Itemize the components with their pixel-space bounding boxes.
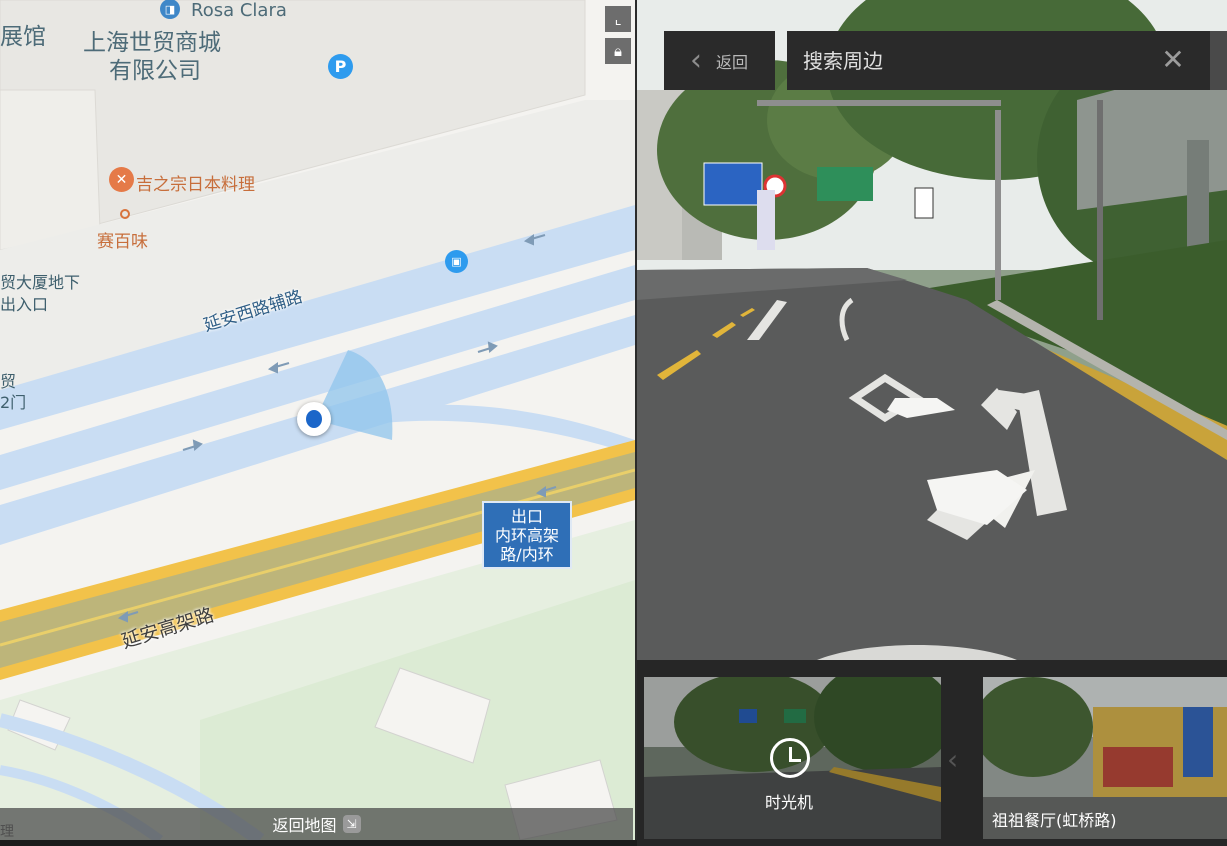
- map-label-saibaiwei[interactable]: 赛百味: [97, 227, 148, 252]
- bus-icon[interactable]: ▣: [445, 250, 468, 273]
- time-machine-label: 时光机: [765, 793, 814, 812]
- map-label-exhibition: 展馆: [0, 24, 46, 50]
- parking-icon[interactable]: P: [328, 54, 353, 79]
- map-label-basement[interactable]: 贸大厦地下: [0, 272, 80, 293]
- lock-icon[interactable]: 🔒︎: [605, 38, 631, 64]
- time-machine-thumbnail[interactable]: 时光机: [644, 677, 941, 839]
- exit-sign-line1: 出口: [510, 507, 543, 526]
- clock-icon: [770, 738, 810, 778]
- exit-fullscreen-icon[interactable]: ⌞: [605, 6, 631, 32]
- back-button[interactable]: ‹ 返回: [664, 31, 775, 90]
- map-panel[interactable]: 展馆 上海世贸商城 有限公司 ◨ Rosa Clara P ✕ 吉之宗日本料理 …: [0, 0, 637, 840]
- fork-knife-icon[interactable]: ✕: [109, 167, 134, 192]
- search-input[interactable]: [801, 47, 1145, 74]
- exit-map-icon: ⇲: [342, 815, 361, 833]
- map-label-restaurant[interactable]: 吉之宗日本料理: [136, 170, 255, 195]
- search-submit-button[interactable]: [1210, 31, 1227, 90]
- search-box[interactable]: ✕: [787, 31, 1210, 90]
- map-label-gate[interactable]: 贸: [0, 371, 16, 392]
- nearby-place-label: 祖祖餐厅(虹桥路): [992, 811, 1117, 830]
- exit-sign-line2: 内环高架: [494, 526, 559, 545]
- nearby-place-thumbnail[interactable]: 祖祖餐厅(虹桥路): [983, 677, 1227, 839]
- back-to-map-label[interactable]: 返回地图: [272, 812, 336, 836]
- street-view-panel[interactable]: ‹ 返回 ✕: [637, 0, 1227, 660]
- back-button-label: 返回: [716, 52, 749, 72]
- current-location-marker[interactable]: [297, 402, 331, 436]
- map-label-wtc: 上海世贸商城: [83, 30, 221, 56]
- chevron-left-icon: ‹: [690, 42, 702, 78]
- close-icon[interactable]: ✕: [1158, 45, 1188, 75]
- exit-sign-line3: 路/内环: [500, 545, 554, 564]
- map-label-wtc-sub: 有限公司: [109, 58, 201, 84]
- street-view-image[interactable]: [637, 0, 1227, 660]
- exit-sign[interactable]: 出口 内环高架 路/内环: [482, 501, 572, 569]
- chevron-left-icon[interactable]: ‹: [947, 743, 958, 776]
- location-dot-icon: [306, 410, 322, 428]
- thumbnail-strip: 时光机 ‹ 祖祖餐厅(虹桥路): [637, 660, 1227, 846]
- shopping-icon[interactable]: ◨: [160, 0, 180, 19]
- map-label-basement-sub[interactable]: 出入口: [0, 294, 48, 315]
- map-label-brand[interactable]: Rosa Clara: [191, 0, 287, 21]
- back-to-map-bar[interactable]: 返回地图 ⇲: [0, 808, 633, 840]
- map-label-gate-sub[interactable]: 2门: [0, 392, 26, 413]
